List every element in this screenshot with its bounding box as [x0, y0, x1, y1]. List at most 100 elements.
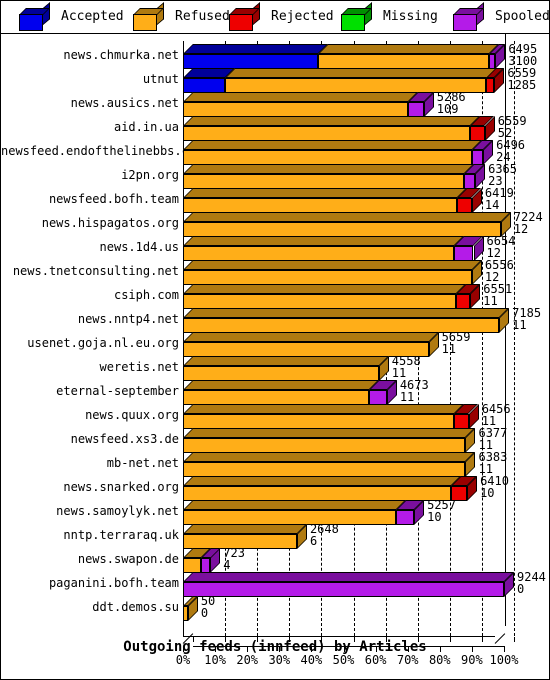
bar-group — [183, 452, 518, 477]
bar-value-secondary: 11 — [512, 317, 527, 332]
bar-value-labels: 9244 0 — [517, 571, 546, 595]
y-axis-label: usenet.goja.nl.eu.org — [27, 336, 179, 350]
bar-segment-refused — [183, 174, 464, 189]
bar-value-secondary: 11 — [483, 293, 498, 308]
bar-segment-accepted — [183, 54, 318, 69]
bar-value-secondary: 10 — [480, 485, 495, 500]
bar-value-labels: 6496 24 — [496, 139, 525, 163]
x-axis-label: 100% — [489, 653, 519, 667]
bar-value-secondary: 0 — [200, 605, 209, 620]
y-axis-label: ddt.demos.su — [92, 600, 179, 614]
bar-segment-refused — [183, 558, 201, 573]
bar-value-labels: 5659 11 — [441, 331, 471, 356]
chart-row: weretis.net 4558 11 — [1, 355, 549, 381]
chart-row: news.snarked.org 6410 10 — [1, 475, 549, 501]
bar-segment-spooled — [463, 174, 476, 189]
legend-label: Rejected — [271, 9, 334, 24]
legend-label: Accepted — [61, 9, 124, 24]
bar-segment-top — [183, 164, 474, 174]
chart-row: news.chmurka.net 6495 3100 — [1, 43, 549, 69]
bar-segment-top — [183, 500, 407, 510]
bar-segment-top — [183, 356, 389, 366]
bar-value-labels: 5286 109 — [437, 91, 466, 115]
bar-segment-rejected — [454, 414, 469, 429]
chart-plot-area: 0% 10% 20% 30% 40% 50% 60% 70% 80% 90% 100% news.ch… — [1, 33, 549, 679]
bar-segment-top — [183, 404, 465, 414]
bar-segment-top — [224, 68, 497, 78]
bar-value-labels: 6556 12 — [485, 259, 514, 283]
bar-group — [183, 500, 518, 525]
bar-group — [183, 164, 518, 189]
bar-value-secondary: 4 — [223, 557, 231, 572]
y-axis-label: newsfeed.endofthelinebbs.com — [1, 144, 204, 158]
y-axis-label: news.tnetconsulting.net — [12, 264, 179, 278]
bar-segment-refused — [183, 414, 455, 429]
legend-label: Missing — [383, 9, 438, 24]
bar-group — [183, 572, 518, 597]
bar-value-labels: 5257 10 — [427, 499, 456, 523]
bar-segment-spooled — [200, 558, 211, 573]
chart-title: Outgoing feeds (innfeed) by Articles — [123, 639, 427, 655]
chart-row: nntp.terraraq.uk 2648 6 — [1, 523, 549, 549]
bar-segment-top — [183, 188, 468, 198]
bar-group — [183, 476, 518, 501]
chart-row: newsfeed.xs3.de 6377 11 — [1, 427, 549, 453]
chart-row: news.quux.org 6456 11 — [1, 403, 549, 429]
x-axis-line-front — [183, 636, 495, 637]
chart-row: news.swapon.de 723 4 — [1, 547, 549, 573]
legend-label: Spooled — [495, 9, 550, 24]
bar-segment-top — [183, 380, 380, 390]
legend-swatch-icon — [133, 2, 164, 31]
bar-value-secondary: 11 — [441, 341, 457, 356]
bar-segment-top — [183, 140, 482, 150]
chart-row: newsfeed.endofthelinebbs.com 6496 24 — [1, 139, 549, 165]
y-axis-label: news.nntp4.net — [77, 312, 179, 326]
bar-group — [183, 260, 518, 285]
bar-value-secondary: 12 — [513, 221, 529, 236]
bar-group — [183, 116, 518, 141]
y-axis-label: aid.in.ua — [113, 120, 179, 134]
bar-group — [183, 404, 518, 429]
bar-value-secondary: 1285 — [507, 77, 537, 92]
bar-value-labels: 6559 1285 — [507, 67, 537, 92]
bar-segment-refused — [183, 294, 456, 309]
bar-segment-top — [183, 308, 510, 318]
y-axis-label: mb-net.net — [106, 456, 179, 470]
chart-row: i2pn.org 6365 23 — [1, 163, 549, 189]
y-axis-label: nntp.terraraq.uk — [63, 528, 179, 542]
bar-group — [183, 188, 518, 213]
chart-row: usenet.goja.nl.eu.org 5659 11 — [1, 331, 549, 357]
bar-group — [183, 68, 518, 93]
y-axis-label: news.hispagatos.org — [41, 216, 179, 230]
bar-value-labels: 6410 10 — [480, 475, 509, 500]
bar-value-labels: 50 0 — [200, 595, 215, 620]
bar-segment-refused — [183, 438, 466, 453]
bar-segment-refused — [317, 54, 489, 69]
bar-segment-refused — [183, 150, 472, 165]
bar-segment-top — [183, 260, 482, 270]
bar-segment-spooled — [369, 390, 387, 405]
bar-segment-top — [183, 284, 466, 294]
y-axis-label: paganini.bofh.team — [48, 576, 179, 590]
bar-value-labels: 6495 3100 — [508, 43, 537, 67]
bar-segment-rejected — [470, 126, 485, 141]
chart-row: news.hispagatos.org 7224 12 — [1, 211, 549, 237]
bar-segment-refused — [183, 462, 466, 477]
bar-group — [183, 284, 518, 309]
bar-segment-refused — [183, 222, 501, 237]
bar-segment-refused — [183, 198, 458, 213]
y-axis-label: news.1d4.us — [99, 240, 179, 254]
bar-segment-spooled — [471, 150, 484, 165]
bar-segment-spooled — [183, 582, 504, 597]
chart-row: paganini.bofh.team 9244 0 — [1, 571, 549, 597]
bar-segment-spooled — [407, 102, 424, 117]
bar-group — [183, 44, 518, 69]
bar-segment-spooled — [454, 246, 474, 261]
bar-value-labels: 6419 14 — [485, 187, 514, 211]
bar-segment-rejected — [455, 294, 471, 309]
bar-segment-top — [317, 44, 499, 54]
y-axis-label: i2pn.org — [121, 168, 179, 182]
bar-segment-refused — [183, 366, 379, 381]
chart-row: utnut 6559 1285 — [1, 67, 549, 93]
bar-segment-rejected — [457, 198, 472, 213]
